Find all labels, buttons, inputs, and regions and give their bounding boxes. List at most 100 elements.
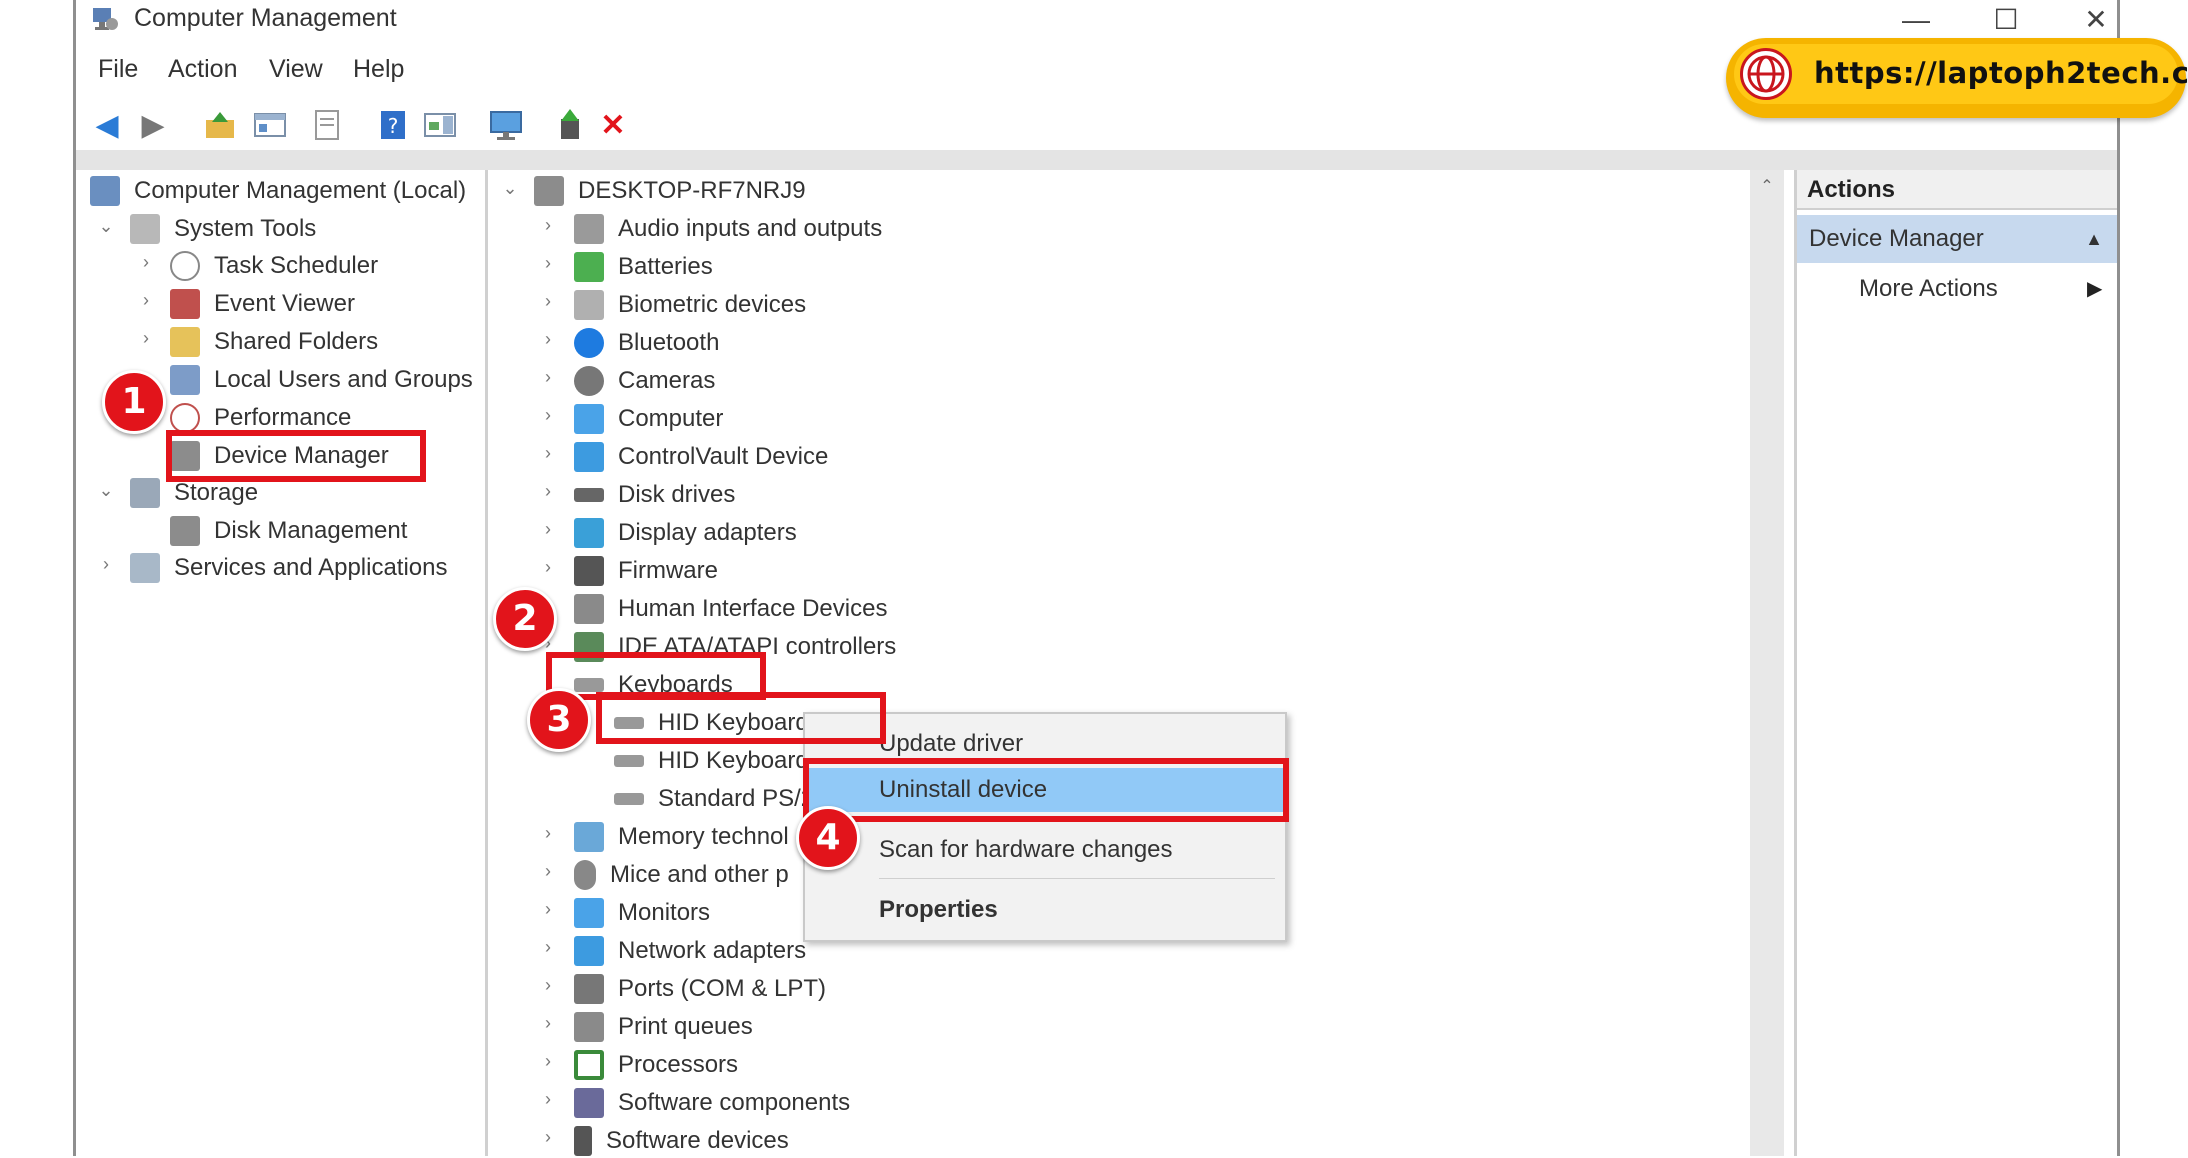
speaker-icon (574, 214, 604, 244)
chevron-right-icon[interactable]: › (538, 443, 558, 464)
help-icon[interactable]: ? (374, 106, 412, 144)
maximize-button[interactable]: ☐ (1961, 0, 2051, 40)
menu-view[interactable]: View (269, 55, 323, 84)
software-device-icon (574, 1126, 592, 1156)
chevron-right-icon[interactable]: › (538, 329, 558, 350)
tree-shared-folders[interactable]: Shared Folders (170, 325, 378, 359)
chevron-right-icon[interactable]: › (538, 253, 558, 274)
chevron-right-icon[interactable]: › (136, 290, 156, 311)
close-button[interactable]: ✕ (2051, 0, 2141, 40)
chevron-right-icon[interactable]: › (136, 328, 156, 349)
battery-icon (574, 252, 604, 282)
vertical-scrollbar[interactable]: ⌃ (1750, 170, 1784, 1156)
tree-local-users[interactable]: Local Users and Groups (170, 363, 473, 397)
device-category[interactable]: Network adapters (574, 934, 806, 968)
camera-icon (574, 366, 604, 396)
chevron-down-icon[interactable]: ⌄ (96, 480, 116, 501)
device-category[interactable]: Firmware (574, 554, 718, 588)
step-badge-2: 2 (493, 587, 557, 651)
minimize-button[interactable]: — (1871, 0, 1961, 40)
device-category[interactable]: Audio inputs and outputs (574, 212, 882, 246)
chevron-right-icon[interactable]: › (538, 937, 558, 958)
computer-icon (534, 176, 564, 206)
menu-divider (879, 878, 1275, 879)
chevron-right-icon[interactable]: › (538, 861, 558, 882)
tree-root[interactable]: Computer Management (Local) (90, 174, 466, 208)
device-category[interactable]: Display adapters (574, 516, 797, 550)
more-actions-item[interactable]: More Actions (1859, 275, 1998, 303)
services-icon (130, 553, 160, 583)
device-category[interactable]: Print queues (574, 1010, 753, 1044)
tree-disk-management[interactable]: Disk Management (170, 514, 407, 548)
device-category[interactable]: Monitors (574, 896, 710, 930)
device-category[interactable]: Cameras (574, 364, 715, 398)
device-category[interactable]: Human Interface Devices (574, 592, 887, 626)
watermark-url-text: https://laptoph2tech.com (1814, 56, 2188, 90)
category-label: Software devices (606, 1127, 789, 1154)
category-label: Audio inputs and outputs (618, 215, 883, 242)
device-category[interactable]: Processors (574, 1048, 738, 1082)
menu-help[interactable]: Help (353, 55, 404, 84)
chevron-right-icon[interactable]: › (538, 1051, 558, 1072)
properties-sheet-icon[interactable] (308, 106, 346, 144)
device-category[interactable]: Disk drives (574, 478, 735, 512)
scroll-up-arrow-icon[interactable]: ⌃ (1750, 176, 1784, 196)
device-category[interactable]: Biometric devices (574, 288, 806, 322)
chevron-right-icon[interactable]: › (136, 252, 156, 273)
device-category[interactable]: Ports (COM & LPT) (574, 972, 826, 1006)
chevron-right-icon[interactable]: › (538, 367, 558, 388)
collapse-triangle-icon[interactable]: ▲ (2085, 215, 2103, 263)
device-category[interactable]: Batteries (574, 250, 713, 284)
tree-event-viewer[interactable]: Event Viewer (170, 287, 355, 321)
back-arrow-icon[interactable]: ◀ (88, 106, 126, 144)
monitor-icon[interactable] (488, 106, 526, 144)
actions-header: Actions (1797, 170, 2117, 210)
device-category[interactable]: Software devices (574, 1124, 789, 1158)
up-folder-icon[interactable] (201, 106, 239, 144)
printer-icon (574, 1012, 604, 1042)
category-label: Mice and other p (610, 861, 789, 888)
storage-label: Storage (174, 479, 259, 506)
device-category[interactable]: ControlVault Device (574, 440, 828, 474)
tree-task-scheduler[interactable]: Task Scheduler (170, 249, 378, 283)
chevron-right-icon[interactable]: › (538, 519, 558, 540)
menu-properties[interactable]: Properties (805, 888, 1285, 932)
tree-computer-root[interactable]: DESKTOP-RF7NRJ9 (534, 174, 806, 208)
keyboard-device-item[interactable]: HID Keyboard (614, 744, 809, 778)
chevron-right-icon[interactable]: › (538, 823, 558, 844)
category-label: Software components (618, 1089, 851, 1116)
tree-services[interactable]: Services and Applications (130, 551, 448, 585)
chevron-right-icon[interactable]: › (538, 1127, 558, 1148)
chevron-right-icon[interactable]: › (538, 1013, 558, 1034)
keyboard-device-item[interactable]: Standard PS/2 (614, 782, 814, 816)
device-category[interactable]: Software components (574, 1086, 850, 1120)
device-category[interactable]: Mice and other p (574, 858, 789, 892)
category-label: Biometric devices (618, 291, 807, 318)
actions-pane: Actions Device Manager ▲ More Actions ▶ (1794, 170, 2117, 1156)
chevron-right-icon[interactable]: › (538, 557, 558, 578)
actions-device-manager[interactable]: Device Manager ▲ (1797, 215, 2117, 263)
chevron-right-icon[interactable]: › (538, 405, 558, 426)
device-category[interactable]: Memory technol (574, 820, 789, 854)
chevron-down-icon[interactable]: ⌄ (500, 178, 520, 199)
uninstall-x-icon[interactable]: ✕ (594, 106, 632, 144)
chevron-down-icon[interactable]: ⌄ (96, 216, 116, 237)
device-category[interactable]: Computer (574, 402, 723, 436)
action-pane-icon[interactable] (421, 106, 459, 144)
device-category[interactable]: Bluetooth (574, 326, 719, 360)
chevron-right-icon[interactable]: › (538, 975, 558, 996)
show-hide-console-tree-icon[interactable] (251, 106, 289, 144)
chevron-right-icon[interactable]: › (96, 554, 116, 575)
chevron-right-icon[interactable]: › (538, 215, 558, 236)
menu-scan-hardware[interactable]: Scan for hardware changes (805, 828, 1285, 872)
actions-selected-label: Device Manager (1809, 225, 1984, 252)
menu-file[interactable]: File (98, 55, 138, 84)
chevron-right-icon[interactable]: › (538, 1089, 558, 1110)
chevron-right-icon[interactable]: › (538, 899, 558, 920)
forward-arrow-icon[interactable]: ▶ (134, 106, 172, 144)
chevron-right-icon[interactable]: › (538, 291, 558, 312)
chevron-right-icon[interactable]: › (538, 481, 558, 502)
menu-action[interactable]: Action (168, 55, 237, 84)
update-driver-icon[interactable] (551, 106, 589, 144)
tree-system-tools[interactable]: System Tools (130, 212, 316, 246)
